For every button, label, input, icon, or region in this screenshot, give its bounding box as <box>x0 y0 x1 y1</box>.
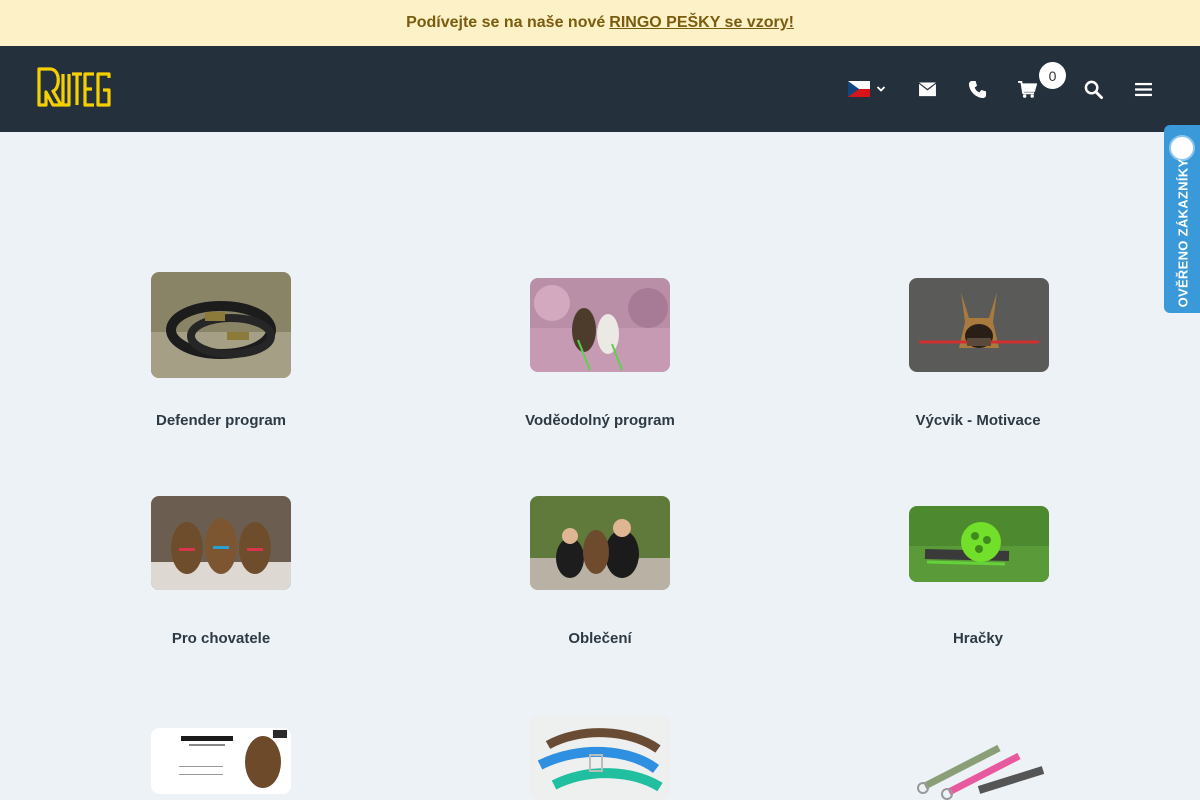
site-header: 0 <box>0 46 1200 132</box>
category-image <box>909 730 1049 800</box>
promo-link[interactable]: RINGO PEŠKY se vzory! <box>609 14 794 32</box>
chevron-down-icon <box>876 86 886 92</box>
shopping-cart-icon[interactable] <box>1014 74 1040 104</box>
category-defender-program[interactable]: Defender program <box>71 272 371 432</box>
site-logo[interactable] <box>36 66 112 108</box>
category-label: Oblečení <box>568 630 632 647</box>
category-gift-voucher[interactable] <box>71 728 371 800</box>
category-label: Výcvik - Motivace <box>915 412 1041 429</box>
czech-flag-icon <box>848 81 870 97</box>
trust-badge-label: OVĚŘENO ZÁKAZNÍKY <box>1175 158 1191 308</box>
category-toys[interactable]: Hračky <box>828 506 1128 656</box>
verified-customers-badge[interactable]: OVĚŘENO ZÁKAZNÍKY <box>1164 125 1200 313</box>
search-icon[interactable] <box>1080 74 1106 104</box>
category-image <box>151 728 291 794</box>
phone-icon[interactable] <box>964 74 990 104</box>
cart-count-badge: 0 <box>1039 62 1066 89</box>
category-training-motivation[interactable]: Výcvik - Motivace <box>828 278 1128 438</box>
category-image <box>530 278 670 372</box>
category-image <box>151 272 291 378</box>
category-label: Voděodolný program <box>525 412 675 429</box>
category-image <box>530 496 670 590</box>
hamburger-menu-icon[interactable] <box>1130 74 1156 104</box>
category-label: Pro chovatele <box>171 630 271 647</box>
promo-text: Podívejte se na naše nové <box>406 14 606 31</box>
category-clothing[interactable]: Oblečení <box>450 496 750 656</box>
category-label: Hračky <box>952 630 1004 647</box>
category-image <box>909 278 1049 372</box>
category-collars[interactable] <box>450 715 750 800</box>
seal-icon <box>1169 135 1195 161</box>
category-image <box>151 496 291 590</box>
category-image <box>909 506 1049 582</box>
language-selector[interactable] <box>846 74 888 104</box>
category-label: Defender program <box>155 412 287 429</box>
envelope-icon[interactable] <box>914 74 940 104</box>
category-image <box>530 715 670 800</box>
category-leashes[interactable] <box>828 730 1128 800</box>
category-waterproof-program[interactable]: Voděodolný program <box>450 278 750 438</box>
category-for-breeders[interactable]: Pro chovatele <box>71 496 371 656</box>
promo-bar: Podívejte se na naše nové RINGO PEŠKY se… <box>0 0 1200 46</box>
